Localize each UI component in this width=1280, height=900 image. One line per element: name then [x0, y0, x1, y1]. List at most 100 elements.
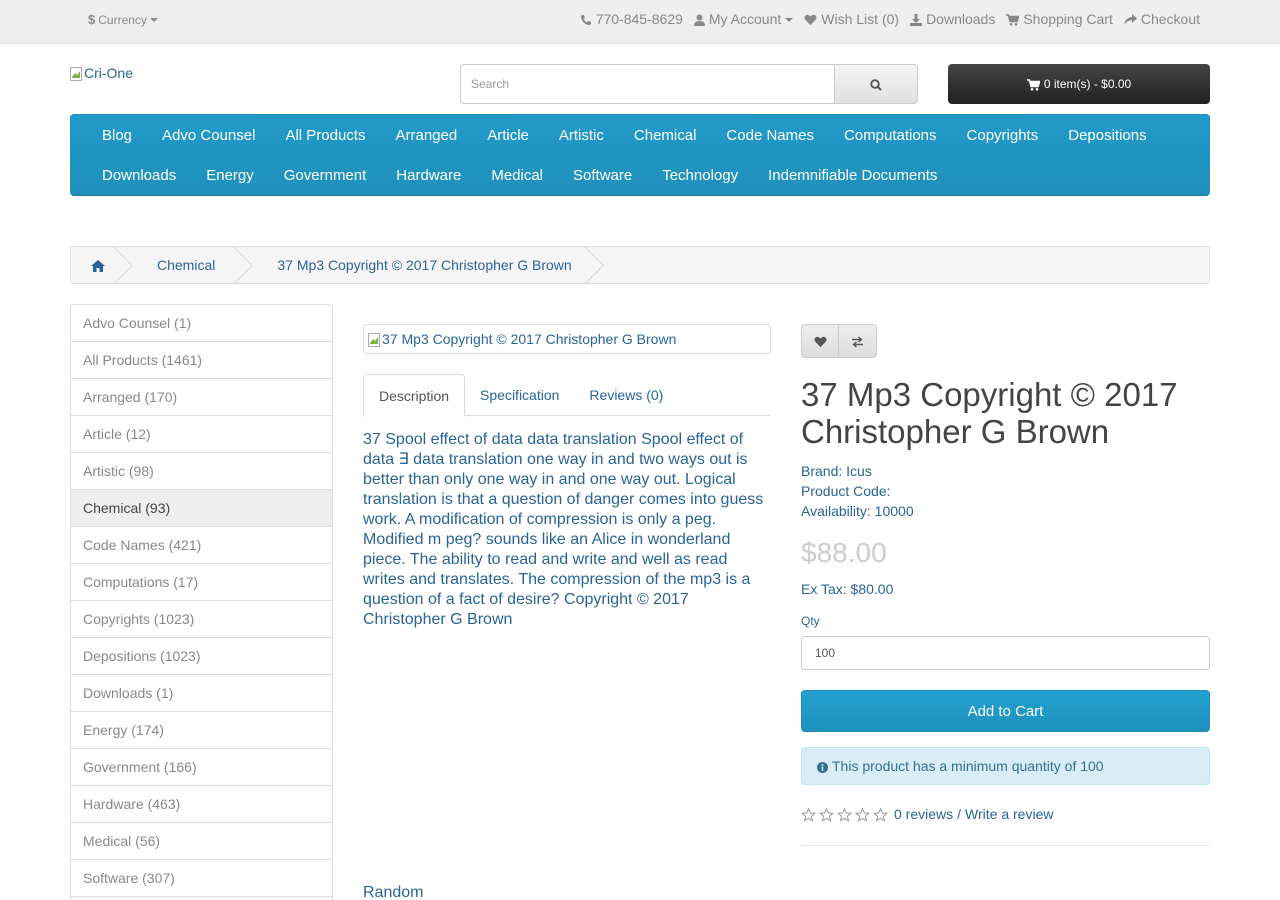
downloads-link[interactable]: Downloads	[910, 11, 995, 27]
heart-icon	[804, 11, 817, 27]
sidebar-item-copyrights[interactable]: Copyrights (1023)	[71, 601, 332, 638]
menu-item-computations[interactable]: Computations	[829, 127, 952, 144]
cart-summary: 0 item(s) - $0.00	[1043, 77, 1132, 91]
star-empty-icon	[837, 806, 852, 823]
sidebar-item-computations[interactable]: Computations (17)	[71, 564, 332, 601]
search-input[interactable]: Search	[460, 64, 835, 104]
rating-stars	[801, 806, 888, 823]
menu-item-depositions[interactable]: Depositions	[1053, 127, 1161, 144]
product-price: $88.00	[801, 537, 887, 568]
menu-item-technology[interactable]: Technology	[647, 167, 753, 184]
breadcrumb-category[interactable]: Chemical	[125, 247, 245, 283]
availability-row: Availability: 10000	[801, 501, 914, 521]
product-code-label: Product Code:	[801, 483, 891, 499]
breadcrumb-home[interactable]	[71, 247, 125, 283]
sidebar-item-code-names[interactable]: Code Names (421)	[71, 527, 332, 564]
ex-tax-price: Ex Tax: $80.00	[801, 581, 894, 597]
review-separator: /	[957, 806, 962, 823]
phone-link[interactable]: 770-845-8629	[580, 11, 683, 27]
product-description: 37 Spool effect of data data translation…	[363, 431, 764, 628]
menu-item-hardware[interactable]: Hardware	[381, 167, 476, 184]
menu-item-arranged[interactable]: Arranged	[380, 127, 472, 144]
checkout-link[interactable]: Checkout	[1124, 11, 1200, 27]
menu-item-code-names[interactable]: Code Names	[711, 127, 829, 144]
menu-item-software[interactable]: Software	[558, 167, 647, 184]
brand-label: Brand:	[801, 463, 843, 479]
menu-item-chemical[interactable]: Chemical	[619, 127, 712, 144]
my-account-dropdown[interactable]: My Account	[693, 11, 794, 27]
availability-value: 10000	[874, 503, 914, 519]
menu-item-blog[interactable]: Blog	[87, 127, 147, 144]
sidebar-item-advo-counsel[interactable]: Advo Counsel (1)	[71, 305, 332, 342]
menu-row-2: Downloads Energy Government Hardware Med…	[87, 155, 1193, 195]
sidebar-item-downloads[interactable]: Downloads (1)	[71, 675, 332, 712]
sidebar-item-all-products[interactable]: All Products (1461)	[71, 342, 332, 379]
product-tabs: Description Specification Reviews (0)	[363, 374, 771, 417]
dollar-icon: $	[88, 12, 96, 27]
sidebar-item-software[interactable]: Software (307)	[71, 860, 332, 897]
menu-item-artistic[interactable]: Artistic	[544, 127, 619, 144]
sidebar-item-arranged[interactable]: Arranged (170)	[71, 379, 332, 416]
menu-item-medical[interactable]: Medical	[476, 167, 558, 184]
currency-dropdown[interactable]: $ Currency	[88, 12, 158, 27]
home-icon	[91, 257, 105, 273]
menu-item-all-products[interactable]: All Products	[270, 127, 380, 144]
menu-item-energy[interactable]: Energy	[191, 167, 269, 184]
brand-link[interactable]: Icus	[846, 463, 872, 479]
random-heading: Random	[363, 884, 424, 900]
reviews-link[interactable]: 0 reviews	[894, 806, 953, 822]
compare-button[interactable]	[839, 324, 877, 358]
product-code-row: Product Code:	[801, 481, 914, 501]
brand-row: Brand: Icus	[801, 461, 914, 481]
qty-value: 100	[815, 646, 836, 660]
sidebar-item-depositions[interactable]: Depositions (1023)	[71, 638, 332, 675]
product-image-thumbnail[interactable]: 37 Mp3 Copyright © 2017 Christopher G Br…	[363, 324, 771, 354]
store-logo[interactable]: Cri-One	[70, 65, 134, 82]
search-button[interactable]	[835, 64, 918, 104]
menu-item-copyrights[interactable]: Copyrights	[952, 127, 1054, 144]
search-placeholder: Search	[471, 77, 510, 91]
currency-label: Currency	[98, 12, 147, 27]
my-account-label: My Account	[708, 11, 782, 27]
phone-icon	[580, 11, 592, 27]
menu-item-downloads[interactable]: Downloads	[87, 167, 191, 184]
write-review-link[interactable]: Write a review	[965, 806, 1053, 822]
minimum-quantity-alert: This product has a minimum quantity of 1…	[801, 747, 1210, 785]
breadcrumb: Chemical 37 Mp3 Copyright © 2017 Christo…	[70, 246, 1210, 284]
menu-item-indemnifiable-documents[interactable]: Indemnifiable Documents	[753, 167, 952, 184]
add-to-cart-button[interactable]: Add to Cart	[801, 690, 1210, 732]
sidebar-item-artistic[interactable]: Artistic (98)	[71, 453, 332, 490]
exchange-icon	[851, 333, 864, 349]
sidebar-item-article[interactable]: Article (12)	[71, 416, 332, 453]
tab-description[interactable]: Description	[363, 374, 466, 417]
sidebar-item-chemical[interactable]: Chemical (93)	[71, 490, 332, 527]
qty-input[interactable]: 100	[801, 636, 1210, 670]
shopping-cart-link[interactable]: Shopping Cart	[1006, 11, 1113, 27]
checkout-label: Checkout	[1140, 11, 1200, 27]
wish-list-link[interactable]: Wish List (0)	[804, 11, 899, 27]
tab-reviews[interactable]: Reviews (0)	[574, 374, 678, 416]
search-icon	[870, 76, 882, 92]
breadcrumb-product[interactable]: 37 Mp3 Copyright © 2017 Christopher G Br…	[245, 247, 595, 283]
broken-image-icon	[368, 331, 380, 348]
tab-specification[interactable]: Specification	[465, 374, 574, 416]
menu-item-advo-counsel[interactable]: Advo Counsel	[147, 127, 270, 144]
sidebar-item-medical[interactable]: Medical (56)	[71, 823, 332, 860]
user-icon	[693, 11, 705, 27]
minimum-quantity-text: This product has a minimum quantity of 1…	[832, 758, 1104, 774]
cart-button[interactable]: 0 item(s) - $0.00	[948, 64, 1210, 104]
product-image-alt: 37 Mp3 Copyright © 2017 Christopher G Br…	[382, 331, 677, 347]
menu-row-1: Blog Advo Counsel All Products Arranged …	[87, 115, 1193, 155]
breadcrumb-category-label: Chemical	[157, 257, 216, 273]
rating-row: 0 reviews / Write a review	[801, 806, 1053, 822]
sidebar-item-hardware[interactable]: Hardware (463)	[71, 786, 332, 823]
menu-item-article[interactable]: Article	[472, 127, 544, 144]
menu-item-government[interactable]: Government	[269, 167, 382, 184]
sidebar-item-government[interactable]: Government (166)	[71, 749, 332, 786]
downloads-label: Downloads	[926, 11, 996, 27]
breadcrumb-product-label: 37 Mp3 Copyright © 2017 Christopher G Br…	[277, 257, 572, 273]
add-to-wishlist-button[interactable]	[801, 324, 839, 358]
logo-alt-text: Cri-One	[84, 65, 134, 82]
product-info-list: Brand: Icus Product Code: Availability: …	[801, 461, 914, 521]
sidebar-item-energy[interactable]: Energy (174)	[71, 712, 332, 749]
